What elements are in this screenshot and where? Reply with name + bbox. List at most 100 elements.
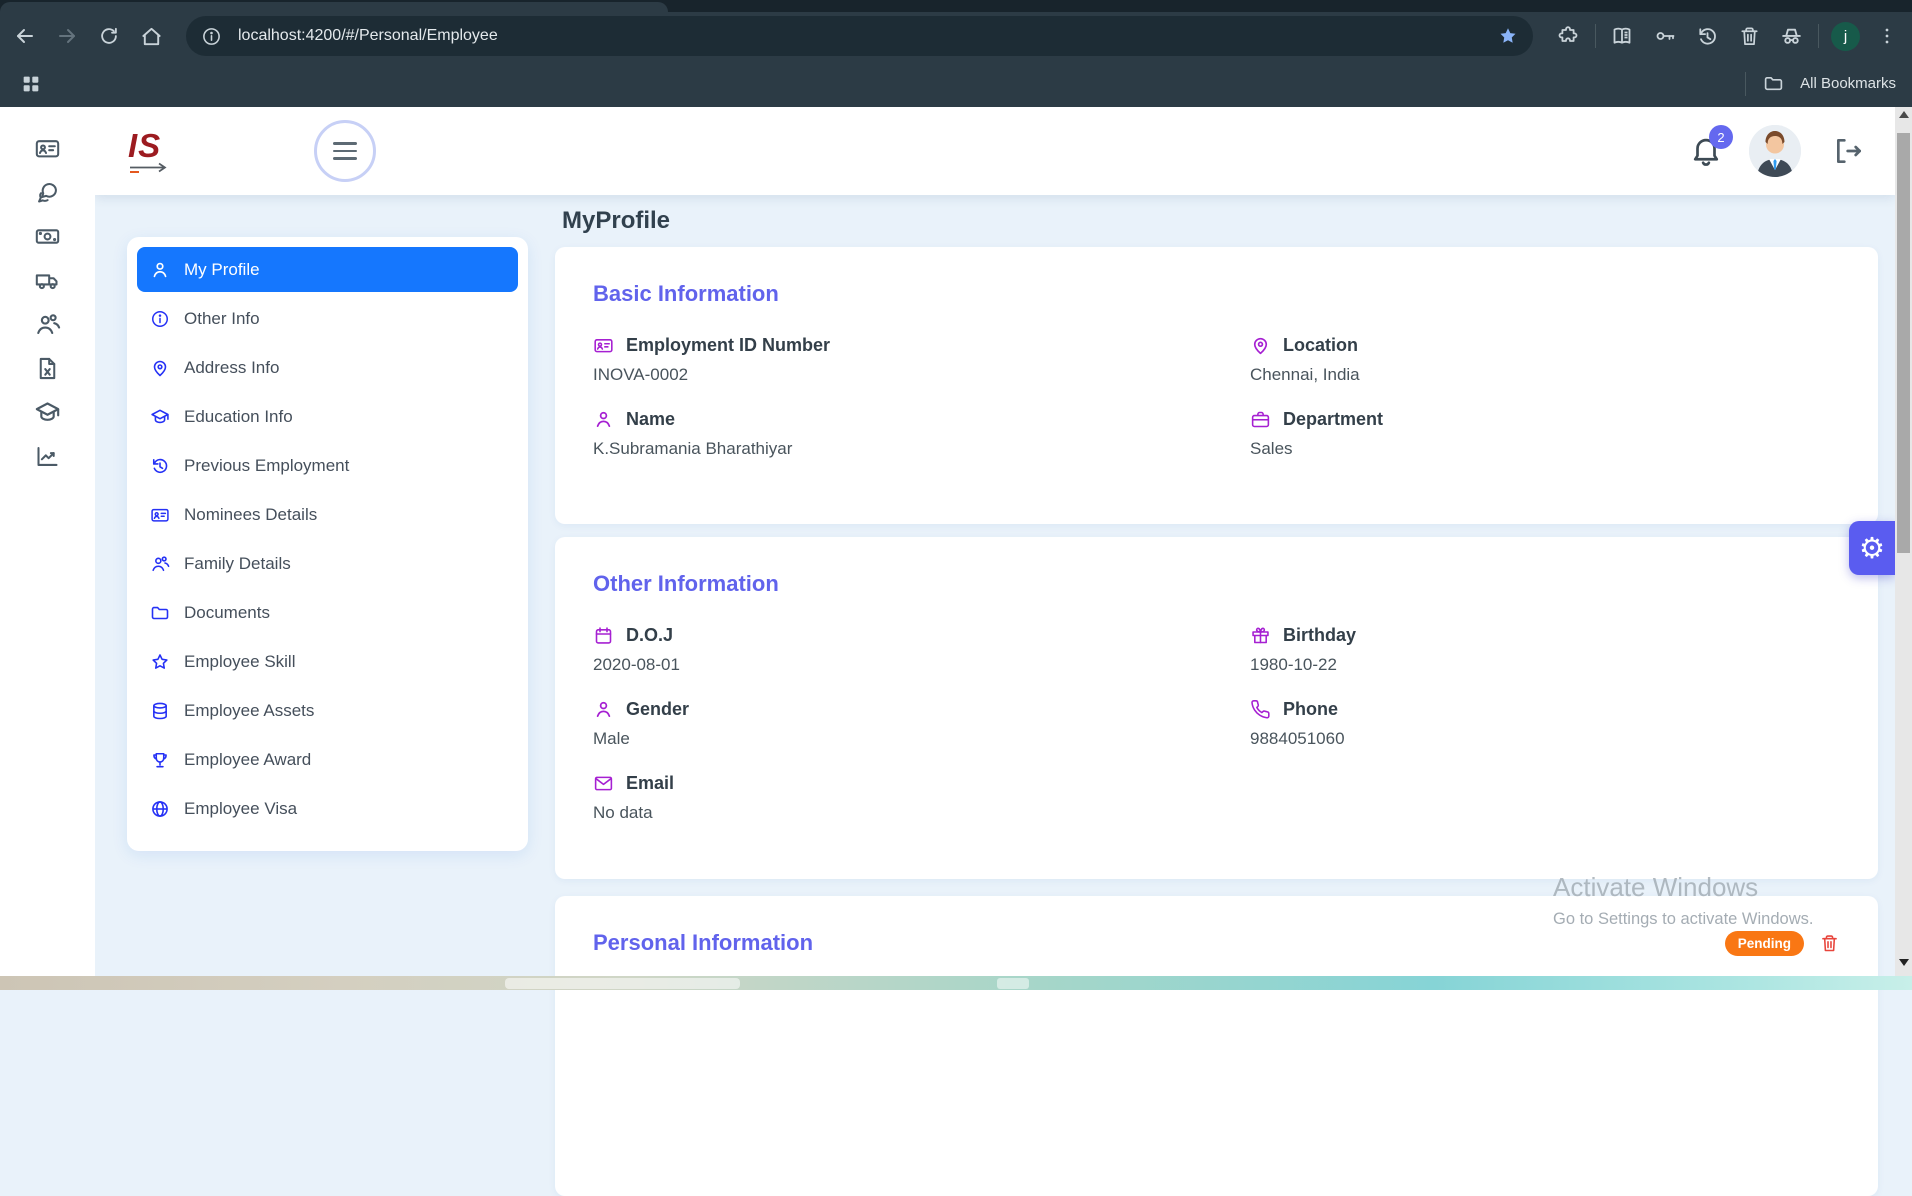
field-name: Name K.Subramania Bharathiyar xyxy=(593,409,1250,459)
menu-item-employee-award[interactable]: Employee Award xyxy=(137,737,518,782)
calendar-icon xyxy=(593,625,614,646)
menu-item-employee-skill[interactable]: Employee Skill xyxy=(137,639,518,684)
app-header: IS 2 xyxy=(95,107,1895,195)
field-email: Email No data xyxy=(593,773,1250,823)
field-doj: D.O.J 2020-08-01 xyxy=(593,625,1250,675)
menu-item-documents[interactable]: Documents xyxy=(137,590,518,635)
field-gender: Gender Male xyxy=(593,699,1250,749)
logo-text: IS xyxy=(128,129,174,162)
all-bookmarks-label[interactable]: All Bookmarks xyxy=(1800,75,1896,92)
incognito-icon[interactable] xyxy=(1776,21,1806,51)
menu-item-nominees-details[interactable]: Nominees Details xyxy=(137,492,518,537)
app-logo: IS xyxy=(128,129,174,173)
taskbar-strip xyxy=(0,976,1912,990)
database-icon xyxy=(150,701,170,721)
graduation-cap-icon xyxy=(150,407,170,427)
basic-information-card: Basic Information Employment ID Number I… xyxy=(555,247,1878,524)
extensions-icon[interactable] xyxy=(1553,21,1583,51)
star-icon xyxy=(150,652,170,672)
back-icon[interactable] xyxy=(10,21,40,51)
rail-truck-icon[interactable] xyxy=(34,267,61,294)
menu-item-family-details[interactable]: Family Details xyxy=(137,541,518,586)
rail-excel-file-icon[interactable] xyxy=(34,355,61,382)
pending-status-badge: Pending xyxy=(1725,931,1804,956)
info-circle-icon xyxy=(150,309,170,329)
id-card-icon xyxy=(593,335,614,356)
map-pin-icon xyxy=(1250,335,1271,356)
menu-item-employee-visa[interactable]: Employee Visa xyxy=(137,786,518,831)
reload-icon[interactable] xyxy=(94,21,124,51)
scroll-down-arrow[interactable] xyxy=(1899,959,1909,966)
gear-icon: ⚙ xyxy=(1859,531,1885,566)
field-department: Department Sales xyxy=(1250,409,1840,459)
site-info-icon[interactable] xyxy=(196,21,226,51)
person-icon xyxy=(593,409,614,430)
menu-item-employee-assets[interactable]: Employee Assets xyxy=(137,688,518,733)
browser-menu-kebab-icon[interactable] xyxy=(1872,21,1902,51)
passwords-key-icon[interactable] xyxy=(1650,21,1680,51)
user-avatar[interactable] xyxy=(1749,125,1801,177)
rail-graduation-icon[interactable] xyxy=(34,399,61,426)
menu-item-my-profile[interactable]: My Profile xyxy=(137,247,518,292)
mail-icon xyxy=(593,773,614,794)
folder-icon xyxy=(150,603,170,623)
rail-chart-icon[interactable] xyxy=(34,443,61,470)
logout-icon[interactable] xyxy=(1831,135,1863,167)
browser-profile-avatar[interactable]: j xyxy=(1831,22,1860,51)
personal-information-card: Personal Information Pending xyxy=(555,896,1878,1196)
sidebar-toggle-button[interactable] xyxy=(314,120,376,182)
id-card-icon xyxy=(150,505,170,525)
person-icon xyxy=(150,260,170,280)
menu-item-other-info[interactable]: Other Info xyxy=(137,296,518,341)
bookmarks-divider xyxy=(1745,72,1746,96)
logo-arrow xyxy=(128,162,174,173)
history-icon xyxy=(150,456,170,476)
card-title: Basic Information xyxy=(593,281,1840,307)
globe-icon xyxy=(150,799,170,819)
menu-item-education-info[interactable]: Education Info xyxy=(137,394,518,439)
content-area: MyProfile My Profile Other Info Address … xyxy=(95,195,1895,990)
notifications-bell-icon[interactable]: 2 xyxy=(1689,134,1723,168)
vertical-scrollbar[interactable] xyxy=(1895,105,1912,990)
apps-grid-icon[interactable] xyxy=(16,69,46,99)
taskbar-item xyxy=(997,978,1029,989)
home-icon[interactable] xyxy=(136,21,166,51)
menu-item-previous-employment[interactable]: Previous Employment xyxy=(137,443,518,488)
field-employment-id: Employment ID Number INOVA-0002 xyxy=(593,335,1250,385)
bookmarks-bar: All Bookmarks xyxy=(0,60,1912,107)
scroll-up-arrow[interactable] xyxy=(1899,111,1909,118)
menu-item-address-info[interactable]: Address Info xyxy=(137,345,518,390)
scrollbar-thumb[interactable] xyxy=(1897,133,1910,553)
family-icon xyxy=(150,554,170,574)
toolbar-divider xyxy=(1818,24,1819,48)
field-birthday: Birthday 1980-10-22 xyxy=(1250,625,1840,675)
trophy-icon xyxy=(150,750,170,770)
page-title: MyProfile xyxy=(562,207,670,235)
card-title: Personal Information xyxy=(593,930,813,956)
history-icon[interactable] xyxy=(1692,21,1722,51)
field-phone: Phone 9884051060 xyxy=(1250,699,1840,749)
left-icon-rail xyxy=(0,107,95,990)
taskbar-highlight xyxy=(505,978,740,989)
rail-chat-icon[interactable] xyxy=(34,179,61,206)
person-icon xyxy=(593,699,614,720)
other-information-card: Other Information D.O.J 2020-08-01 Birth… xyxy=(555,537,1878,879)
forward-icon[interactable] xyxy=(52,21,82,51)
rail-payroll-cash-icon[interactable] xyxy=(34,223,61,250)
profile-menu: My Profile Other Info Address Info Educa… xyxy=(127,237,528,851)
reading-list-icon[interactable] xyxy=(1608,21,1638,51)
rail-team-icon[interactable] xyxy=(34,311,61,338)
trash-icon[interactable] xyxy=(1734,21,1764,51)
card-title: Other Information xyxy=(593,571,1840,597)
url-text[interactable]: localhost:4200/#/Personal/Employee xyxy=(238,27,1493,45)
notification-badge: 2 xyxy=(1709,125,1733,149)
toolbar-divider xyxy=(1595,24,1596,48)
bookmark-star-icon[interactable] xyxy=(1493,21,1523,51)
rail-id-card-icon[interactable] xyxy=(34,135,61,162)
settings-gear-button[interactable]: ⚙ xyxy=(1849,521,1895,575)
delete-trash-icon[interactable] xyxy=(1819,933,1840,954)
address-bar[interactable]: localhost:4200/#/Personal/Employee xyxy=(186,16,1533,56)
folder-icon xyxy=(1758,69,1788,99)
field-location: Location Chennai, India xyxy=(1250,335,1840,385)
browser-tab-strip xyxy=(0,0,1912,12)
